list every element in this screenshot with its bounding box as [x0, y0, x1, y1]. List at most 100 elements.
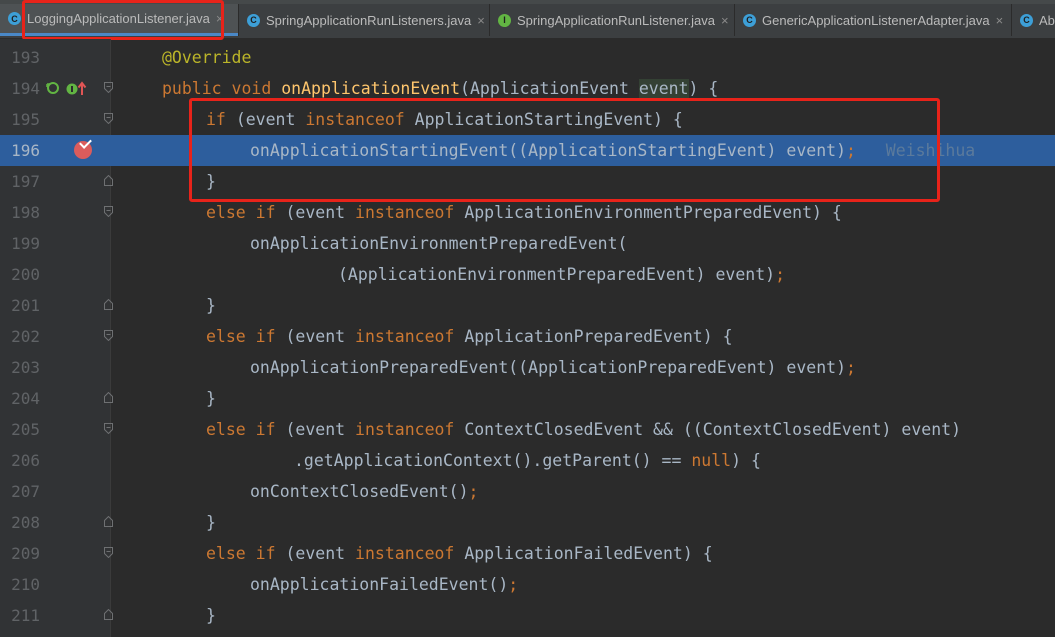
code-token: (event: [285, 420, 356, 439]
class-icon: C: [247, 13, 260, 27]
code-line[interactable]: 208 }: [0, 507, 1055, 538]
line-number: 202: [11, 327, 40, 346]
code-token: ApplicationFailedEvent) {: [464, 544, 713, 563]
code-token: ) {: [731, 451, 761, 470]
code-token: ;: [846, 358, 856, 377]
code-line[interactable]: 200 (ApplicationEnvironmentPreparedEvent…: [0, 259, 1055, 290]
line-text: onApplicationFailedEvent();: [250, 569, 518, 600]
code-line[interactable]: 201 }: [0, 290, 1055, 321]
fold-marker-icon[interactable]: [104, 206, 113, 217]
code-token: (event: [285, 544, 356, 563]
line-number: 210: [11, 575, 40, 594]
keyword-token: instanceof: [355, 420, 465, 439]
highlighted-parameter: event: [638, 79, 689, 98]
code-line[interactable]: 211 }: [0, 600, 1055, 631]
code-token: (event: [285, 203, 356, 222]
interface-icon: I: [498, 13, 511, 27]
code-line[interactable]: 210 onApplicationFailedEvent();: [0, 569, 1055, 600]
tab-abs-truncated[interactable]: C Abs: [1012, 4, 1055, 36]
keyword-token: instanceof: [355, 203, 465, 222]
code-line[interactable]: 199 onApplicationEnvironmentPreparedEven…: [0, 228, 1055, 259]
code-token: onApplicationFailedEvent(): [250, 575, 509, 594]
code-token: (event: [285, 327, 356, 346]
line-number: 198: [11, 203, 40, 222]
highlight-box-active-tab: [22, 0, 224, 40]
line-text: .getApplicationContext().getParent() == …: [294, 445, 761, 476]
fold-end-icon[interactable]: [104, 392, 113, 403]
line-number: 193: [11, 48, 40, 67]
line-number: 197: [11, 172, 40, 191]
code-line[interactable]: 204 }: [0, 383, 1055, 414]
line-text: }: [206, 507, 216, 538]
code-line[interactable]: 202 else if (event instanceof Applicatio…: [0, 321, 1055, 352]
code-line[interactable]: 203 onApplicationPreparedEvent((Applicat…: [0, 352, 1055, 383]
tab-spring-application-run-listeners[interactable]: C SpringApplicationRunListeners.java ×: [239, 4, 489, 36]
code-token: }: [206, 513, 216, 532]
line-number: 200: [11, 265, 40, 284]
code-token: ;: [508, 575, 519, 594]
close-tab-icon[interactable]: ×: [477, 13, 485, 28]
code-token: (ApplicationEnvironmentPreparedEvent) ev…: [338, 265, 776, 284]
method-name-token: onApplicationEvent: [281, 79, 461, 98]
keyword-token: instanceof: [355, 544, 465, 563]
code-token: }: [206, 389, 216, 408]
line-number: 199: [11, 234, 40, 253]
line-number: 196: [11, 141, 40, 160]
code-token: onContextClosedEvent(): [250, 482, 469, 501]
close-tab-icon[interactable]: ×: [721, 13, 729, 28]
code-token: }: [206, 296, 216, 315]
tab-spring-application-run-listener[interactable]: I SpringApplicationRunListener.java ×: [490, 4, 734, 36]
tab-generic-application-listener-adapter[interactable]: C GenericApplicationListenerAdapter.java…: [735, 4, 1011, 36]
code-line[interactable]: 205 else if (event instanceof ContextClo…: [0, 414, 1055, 445]
tab-label: GenericApplicationListenerAdapter.java: [762, 12, 990, 28]
line-text: }: [206, 383, 216, 414]
keyword-token: else if: [206, 420, 286, 439]
code-token: .getApplicationContext().getParent() ==: [294, 451, 692, 470]
line-text: onApplicationEnvironmentPreparedEvent(: [250, 228, 628, 259]
code-line[interactable]: 193 @Override: [0, 42, 1055, 73]
line-number: 206: [11, 451, 40, 470]
code-token: ) {: [688, 79, 719, 98]
fold-marker-icon[interactable]: [104, 113, 113, 124]
fold-end-icon[interactable]: [104, 299, 113, 310]
code-token: }: [206, 606, 216, 625]
line-number: 209: [11, 544, 40, 563]
annotation-token: @Override: [162, 48, 252, 67]
keyword-token: public void: [162, 79, 282, 98]
fold-end-icon[interactable]: [104, 516, 113, 527]
line-number: 207: [11, 482, 40, 501]
fold-marker-icon[interactable]: [104, 547, 113, 558]
code-line[interactable]: 206 .getApplicationContext().getParent()…: [0, 445, 1055, 476]
fold-marker-icon[interactable]: [104, 82, 113, 93]
line-number: 201: [11, 296, 40, 315]
class-icon: C: [743, 13, 756, 27]
code-line[interactable]: 209 else if (event instanceof Applicatio…: [0, 538, 1055, 569]
fold-end-icon[interactable]: [104, 175, 113, 186]
line-text: else if (event instanceof ApplicationPre…: [206, 321, 733, 352]
overrides-method-icon[interactable]: [65, 80, 87, 102]
keyword-token: else if: [206, 327, 286, 346]
code-token: onApplicationEnvironmentPreparedEvent(: [250, 234, 628, 253]
line-text: }: [206, 600, 216, 631]
line-text: else if (event instanceof ContextClosedE…: [206, 414, 961, 445]
code-token: ;: [775, 265, 786, 284]
tab-label: SpringApplicationRunListeners.java: [266, 12, 472, 28]
line-number: 205: [11, 420, 40, 439]
fold-marker-icon[interactable]: [104, 330, 113, 341]
highlight-box-if-block: [189, 98, 940, 202]
tab-label: SpringApplicationRunListener.java: [517, 12, 716, 28]
line-text: @Override: [162, 42, 251, 73]
line-text: }: [206, 290, 216, 321]
implements-method-icon[interactable]: [45, 81, 65, 101]
keyword-token: else if: [206, 544, 286, 563]
line-number: 204: [11, 389, 40, 408]
fold-end-icon[interactable]: [104, 609, 113, 620]
code-line[interactable]: 207 onContextClosedEvent();: [0, 476, 1055, 507]
line-text: (ApplicationEnvironmentPreparedEvent) ev…: [338, 259, 785, 290]
close-tab-icon[interactable]: ×: [996, 13, 1004, 28]
line-text: onApplicationPreparedEvent((ApplicationP…: [250, 352, 856, 383]
fold-marker-icon[interactable]: [104, 423, 113, 434]
code-token: ApplicationEnvironmentPreparedEvent) {: [464, 203, 842, 222]
class-icon: C: [8, 12, 21, 25]
code-token: onApplicationPreparedEvent((ApplicationP…: [250, 358, 847, 377]
